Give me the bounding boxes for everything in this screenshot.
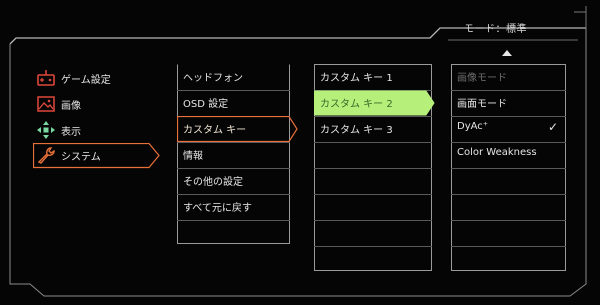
menu-item-label: カスタム キー [183,125,247,136]
menu-item-information[interactable]: 情報 [177,142,290,168]
divider [177,220,290,221]
sidebar-item-label: システム [61,152,101,163]
divider [314,246,432,247]
sidebar-item-picture[interactable]: 画像 [33,92,159,116]
menu-item-custom-key-2[interactable]: カスタム キー 2 [314,90,436,116]
option-color-weakness[interactable]: Color Weakness [451,142,566,168]
sidebar-item-label: 画像 [61,101,81,112]
divider [451,220,566,221]
divider [314,168,432,169]
divider [451,246,566,247]
menu-item-other-settings[interactable]: その他の設定 [177,168,290,194]
divider [314,142,432,143]
option-label: 画像モード [457,73,507,84]
option-dyac[interactable]: DyAc⁺ ✓ [451,116,566,142]
system-menu: ヘッドフォン OSD 設定 カスタム キー 情報 その他の設定 すべて元に戻す [177,64,298,244]
divider [451,168,566,169]
menu-item-label: その他の設定 [183,177,243,188]
picture-mode-indicator: モード：標準 [464,24,527,35]
menu-item-osd-settings[interactable]: OSD 設定 [177,90,290,116]
wrench-icon [37,147,55,164]
option-label: Color Weakness [457,147,537,158]
menu-item-label: すべて元に戻す [183,203,252,214]
sidebar-item-game-settings[interactable]: ゲーム設定 [33,66,159,90]
scroll-up-icon[interactable] [502,50,512,56]
picture-icon [37,96,55,112]
gamepad-icon [37,70,55,86]
option-picture-mode: 画像モード [451,64,566,90]
sidebar-item-display[interactable]: 表示 [33,118,159,142]
display-arrows-icon [37,121,55,139]
option-label: DyAc⁺ [457,121,489,132]
sidebar-item-label: ゲーム設定 [61,75,111,86]
menu-item-custom-key[interactable]: カスタム キー [177,116,301,142]
sidebar-item-label: 表示 [61,127,81,138]
checkmark-icon: ✓ [547,120,558,134]
monitor-osd: モード：標準 ゲーム設定 画像 表示 システム ヘッドフォン OSD 設定 カス… [0,0,600,305]
menu-item-custom-key-3[interactable]: カスタム キー 3 [314,116,432,142]
option-screen-mode[interactable]: 画面モード [451,90,566,116]
menu-item-label: 情報 [183,151,203,162]
menu-item-custom-key-1[interactable]: カスタム キー 1 [314,64,432,90]
menu-item-label: カスタム キー 1 [320,73,393,84]
custom-key-menu: カスタム キー 1 カスタム キー 2 カスタム キー 3 [314,64,435,271]
divider [451,194,566,195]
divider [314,194,432,195]
menu-item-label: カスタム キー 2 [320,99,393,110]
menu-item-label: カスタム キー 3 [320,125,393,136]
menu-item-label: OSD 設定 [183,99,229,110]
option-label: 画面モード [457,99,507,110]
menu-item-reset-all[interactable]: すべて元に戻す [177,194,290,220]
options-menu: 画像モード 画面モード DyAc⁺ ✓ Color Weakness [451,64,566,271]
menu-item-headphone[interactable]: ヘッドフォン [177,64,290,90]
sidebar-item-system[interactable]: システム [33,143,160,169]
divider [314,220,432,221]
menu-item-label: ヘッドフォン [183,73,243,84]
